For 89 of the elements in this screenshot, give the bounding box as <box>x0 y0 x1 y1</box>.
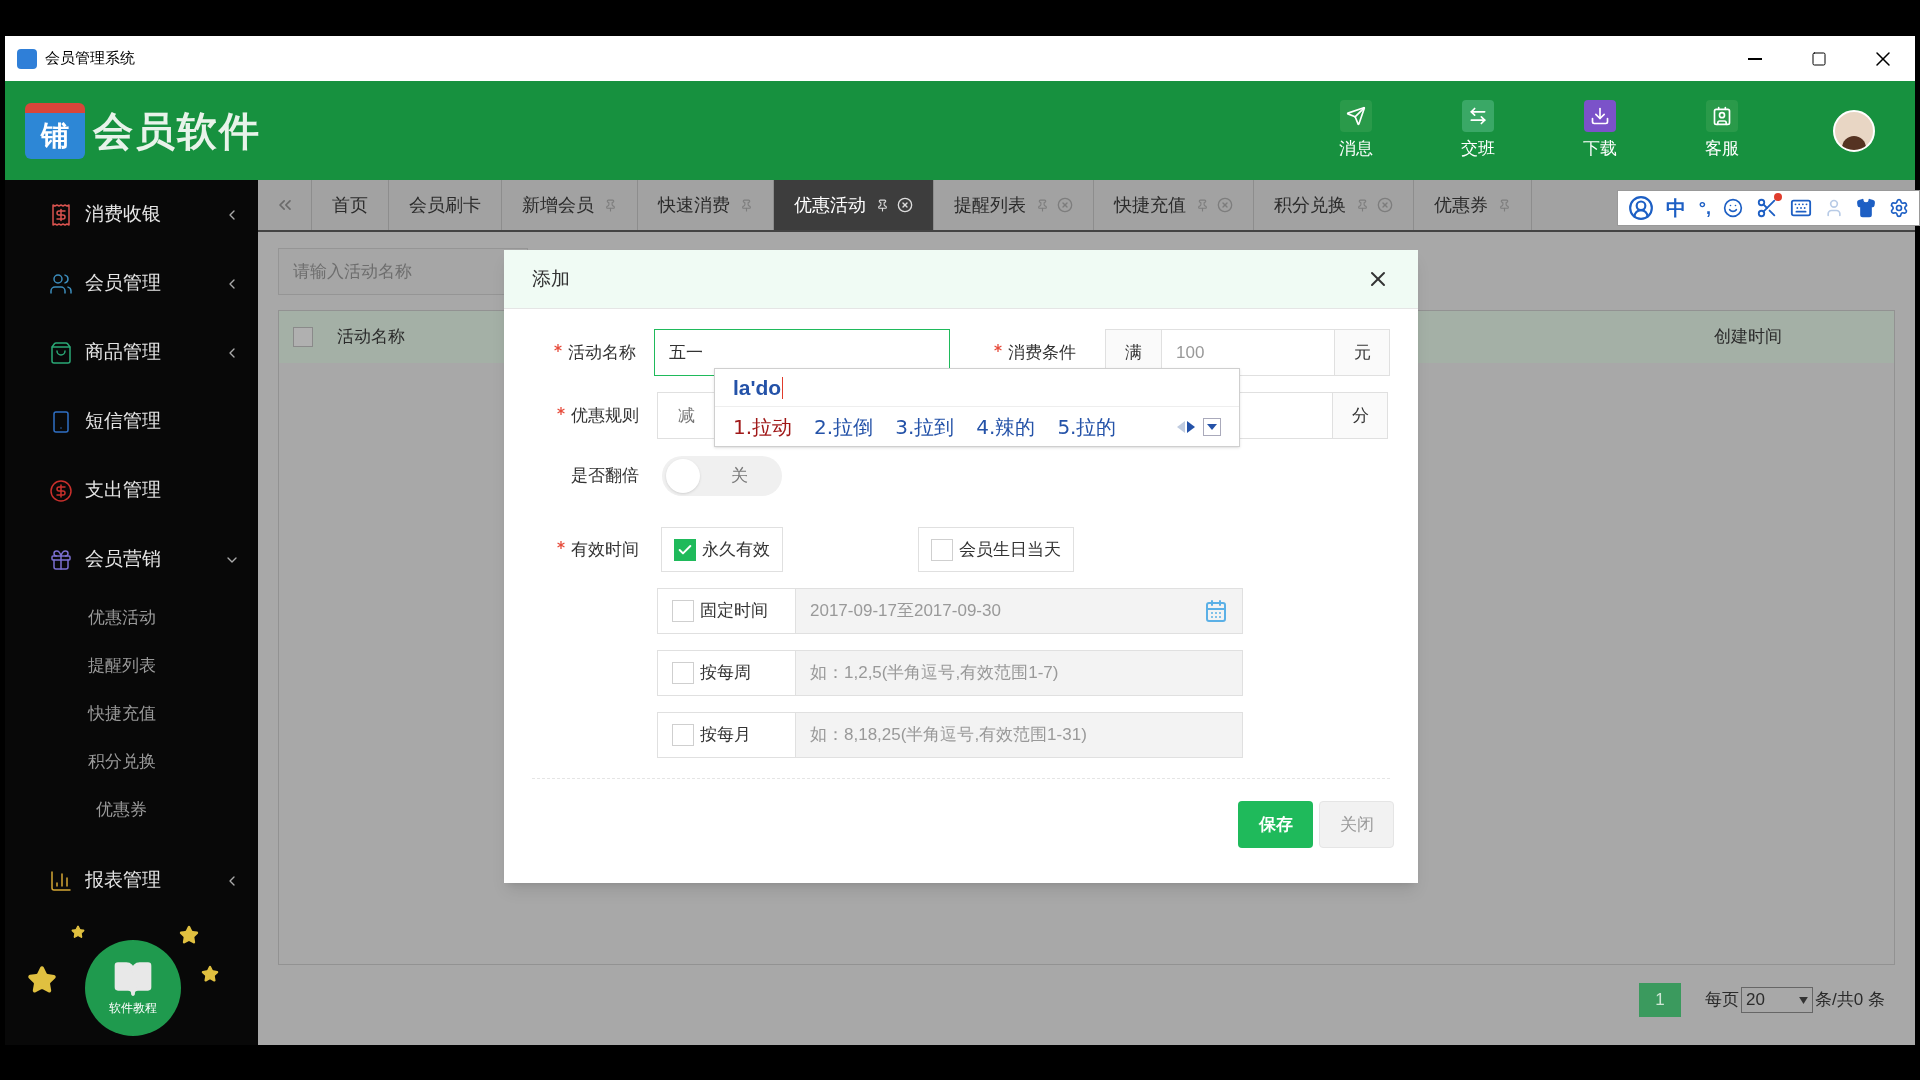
pin-icon <box>1356 198 1369 212</box>
pin-icon <box>740 198 753 212</box>
field-label: 消费条件 <box>993 339 1081 366</box>
ime-candidate[interactable]: 5.拉的 <box>1057 411 1117 442</box>
avatar[interactable] <box>1833 109 1875 152</box>
sidebar-item[interactable]: 报表管理 <box>5 846 258 915</box>
star-icon <box>27 965 57 995</box>
shirt-icon[interactable] <box>1856 198 1877 218</box>
column-header: 活动名称 <box>337 326 405 349</box>
ime-candidate[interactable]: 2.拉倒 <box>814 411 874 442</box>
sidebar-item[interactable]: 会员管理 <box>5 249 258 318</box>
sidebar-item[interactable]: 商品管理 <box>5 318 258 387</box>
maximize-icon <box>1811 50 1827 67</box>
per-page-label: 每页 <box>1705 989 1740 1012</box>
star-icon <box>179 925 199 945</box>
header-action[interactable]: 下载 <box>1539 99 1661 162</box>
bar-chart-icon <box>49 868 73 893</box>
checkbox-option[interactable]: 永久有效 <box>661 527 783 572</box>
sidebar-subitem[interactable]: 积分兑换 <box>5 738 258 786</box>
expand-button[interactable] <box>1203 417 1221 436</box>
download-icon <box>1590 105 1610 126</box>
tab[interactable]: 优惠活动 <box>774 180 934 230</box>
ime-candidate[interactable]: 4.辣的 <box>976 411 1036 442</box>
logo-text: 会员软件 <box>93 107 261 155</box>
sidebar-item[interactable]: 支出管理 <box>5 456 258 525</box>
field-label: 优惠规则 <box>532 402 639 429</box>
checkbox[interactable] <box>674 538 696 561</box>
star-icon <box>71 925 85 939</box>
pin-icon <box>876 198 889 212</box>
checkbox-option[interactable]: 会员生日当天 <box>918 527 1074 572</box>
next-page-icon[interactable] <box>1187 420 1195 433</box>
sidebar-item[interactable]: 消费收银 <box>5 180 258 249</box>
app-icon <box>17 48 37 69</box>
sidebar-subitem[interactable]: 提醒列表 <box>5 642 258 690</box>
sidebar-item[interactable]: 短信管理 <box>5 387 258 456</box>
field-label: 有效时间 <box>532 527 639 563</box>
swap-icon <box>1468 105 1488 126</box>
input-suffix: 分 <box>1332 393 1387 438</box>
column-header: 创建时间 <box>1714 326 1782 349</box>
ime-punctuation[interactable]: °, <box>1698 194 1711 222</box>
tab[interactable]: 会员刷卡 <box>389 180 502 230</box>
users-icon <box>49 271 73 296</box>
field-label: 活动名称 <box>532 339 636 366</box>
minimize-icon <box>1748 57 1762 60</box>
header-action[interactable]: 客服 <box>1661 99 1783 162</box>
settings-icon[interactable] <box>1888 198 1909 218</box>
smile-icon[interactable] <box>1723 198 1744 218</box>
pin-icon <box>1498 198 1511 212</box>
pin-icon <box>1036 198 1049 212</box>
gift-icon <box>49 547 73 572</box>
send-icon <box>1346 105 1366 126</box>
toggle-switch[interactable]: 关 <box>662 456 782 496</box>
tab[interactable]: 新增会员 <box>502 180 638 230</box>
logo-badge: 铺 <box>25 102 85 159</box>
checkbox[interactable] <box>293 327 313 347</box>
pin-icon <box>1196 198 1209 212</box>
tab[interactable]: 提醒列表 <box>934 180 1094 230</box>
sidebar-item[interactable]: 会员营销 <box>5 525 258 594</box>
coin-icon <box>49 478 73 503</box>
star-icon <box>201 965 219 983</box>
total-count: 条/共0 条 <box>1815 989 1885 1012</box>
tab[interactable]: 优惠券 <box>1414 180 1532 230</box>
dialog-title: 添加 <box>532 266 570 291</box>
sidebar-subitem[interactable]: 优惠券 <box>5 786 258 834</box>
bag-icon <box>49 340 73 365</box>
header-action[interactable]: 交班 <box>1417 99 1539 162</box>
sidebar-subitem[interactable]: 快捷充值 <box>5 690 258 738</box>
window-title: 会员管理系统 <box>45 48 135 69</box>
field-label: 是否翻倍 <box>570 465 639 488</box>
tutorial-badge[interactable]: 软件教程 <box>27 925 217 1035</box>
tab[interactable]: 快捷充值 <box>1094 180 1254 230</box>
ime-composition: la'do <box>733 374 782 401</box>
pin-icon <box>604 198 617 212</box>
tutorial-label: 软件教程 <box>109 1000 157 1017</box>
contact-card-icon <box>1712 105 1732 126</box>
ime-mode[interactable]: 中 <box>1666 193 1687 223</box>
receipt-icon <box>49 202 73 227</box>
user-icon[interactable] <box>1628 195 1655 221</box>
dropdown-arrow-icon <box>1799 996 1809 1004</box>
sidebar-subitem[interactable]: 优惠活动 <box>5 594 258 642</box>
checkbox[interactable] <box>931 538 953 561</box>
tab[interactable]: 积分兑换 <box>1254 180 1414 230</box>
ime-candidate[interactable]: 3.拉到 <box>895 411 955 442</box>
ime-candidate[interactable]: 1.拉动 <box>733 411 793 442</box>
header-action[interactable]: 消息 <box>1295 99 1417 162</box>
tab[interactable]: 首页 <box>312 180 389 230</box>
keyboard-icon[interactable] <box>1789 197 1812 219</box>
caret-icon <box>1207 423 1217 430</box>
per-page-select[interactable]: 20 <box>1741 987 1814 1013</box>
